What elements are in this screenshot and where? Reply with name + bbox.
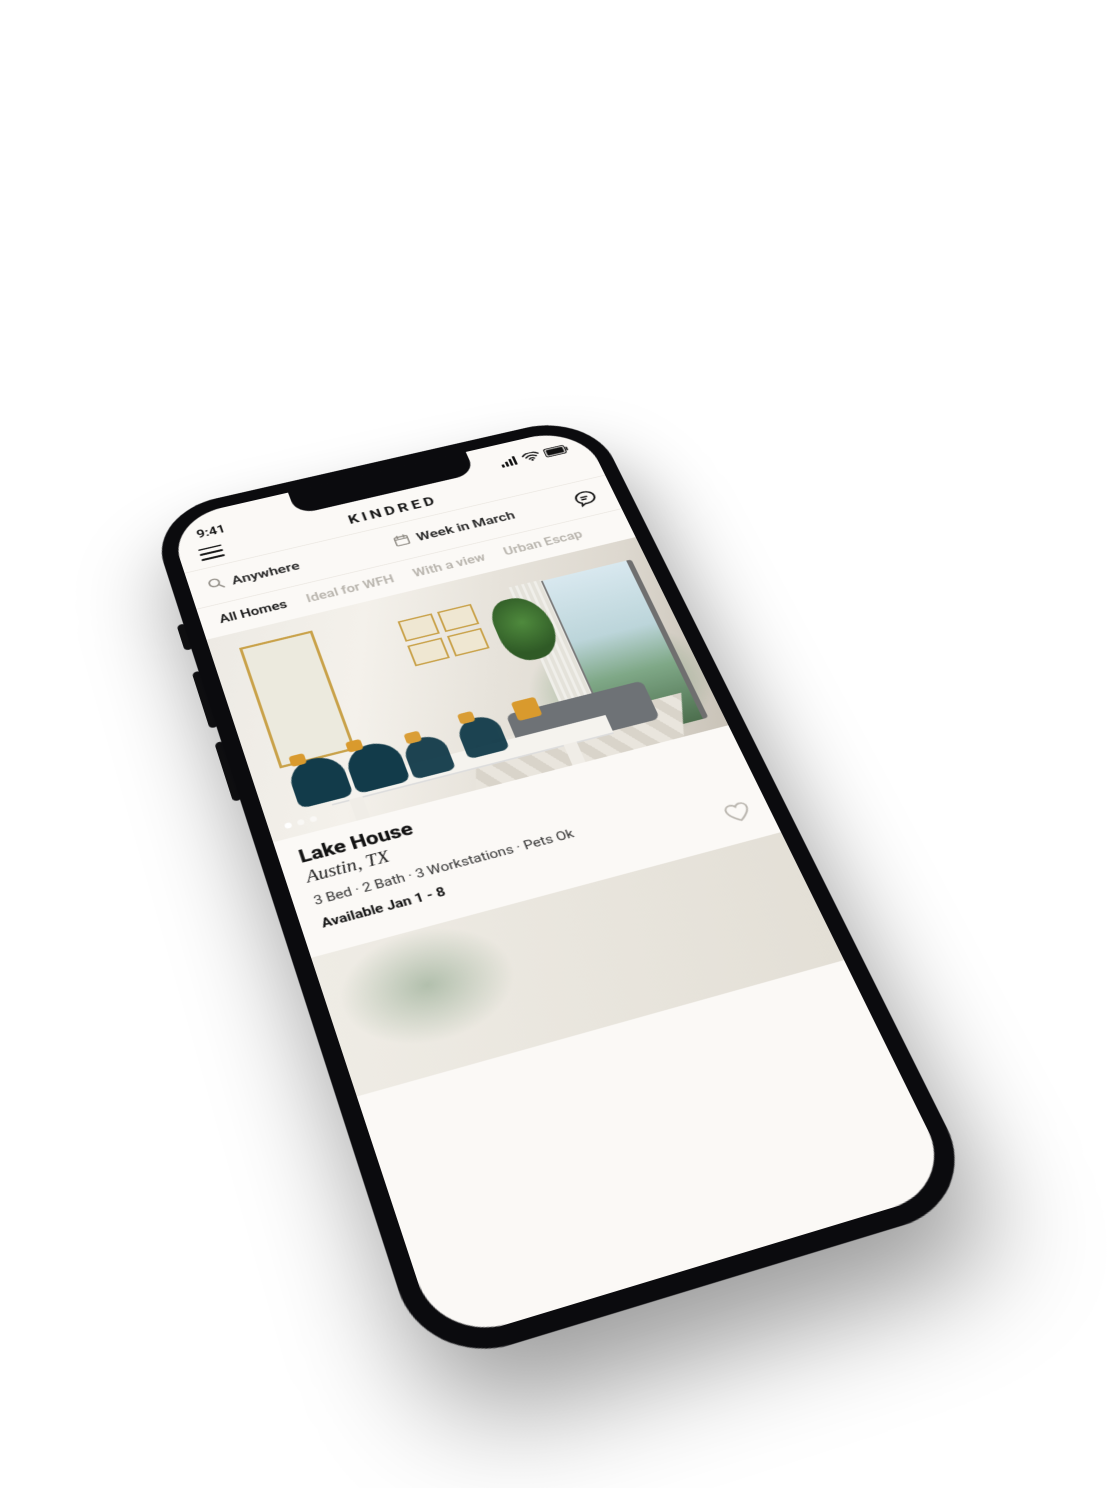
chat-button[interactable]: [571, 488, 601, 509]
search-icon: [206, 576, 227, 595]
cellular-icon: [498, 455, 520, 470]
menu-button[interactable]: [198, 544, 225, 561]
wifi-icon: [520, 450, 542, 465]
calendar-icon: [391, 532, 413, 550]
photo-pager[interactable]: [284, 816, 318, 830]
side-button-silent[interactable]: [177, 623, 194, 651]
status-time: 9:41: [195, 522, 227, 540]
pager-dot[interactable]: [284, 822, 293, 829]
side-button-volume-up[interactable]: [192, 671, 219, 729]
side-button-volume-down[interactable]: [214, 741, 242, 802]
battery-icon: [542, 443, 571, 460]
pager-dot[interactable]: [309, 816, 318, 823]
pager-dot[interactable]: [296, 819, 305, 826]
search-location-value: Anywhere: [230, 559, 302, 588]
